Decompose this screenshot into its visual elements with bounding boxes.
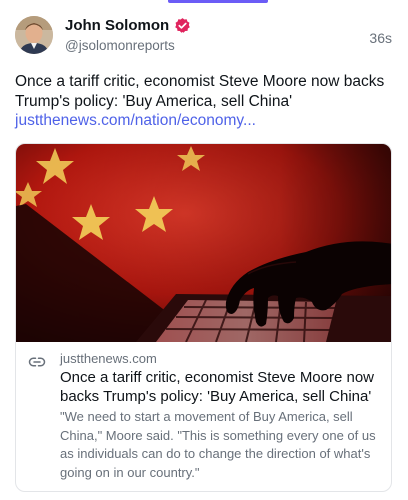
preview-image bbox=[16, 144, 391, 342]
author-name-row: John Solomon bbox=[65, 17, 191, 34]
card-title[interactable]: Once a tariff critic, economist Steve Mo… bbox=[60, 368, 382, 406]
post-header: John Solomon @jsolomonreports 36s bbox=[15, 16, 392, 60]
author-handle[interactable]: @jsolomonreports bbox=[65, 38, 175, 53]
link-preview-card[interactable]: justthenews.com Once a tariff critic, ec… bbox=[15, 143, 392, 492]
avatar[interactable] bbox=[15, 16, 53, 54]
card-body: justthenews.com Once a tariff critic, ec… bbox=[16, 342, 391, 491]
post-text-body: Once a tariff critic, economist Steve Mo… bbox=[15, 73, 385, 110]
post-text-link[interactable]: justthenews.com/nation/economy... bbox=[15, 111, 395, 131]
post-text: Once a tariff critic, economist Steve Mo… bbox=[15, 72, 395, 131]
card-description: "We need to start a movement of Buy Amer… bbox=[60, 409, 376, 480]
post-timestamp[interactable]: 36s bbox=[369, 30, 392, 46]
author-name[interactable]: John Solomon bbox=[65, 17, 169, 34]
verified-badge-icon bbox=[174, 17, 191, 34]
post[interactable]: John Solomon @jsolomonreports 36s Once a… bbox=[0, 0, 408, 500]
link-icon bbox=[28, 353, 46, 371]
card-domain: justthenews.com bbox=[60, 351, 157, 366]
